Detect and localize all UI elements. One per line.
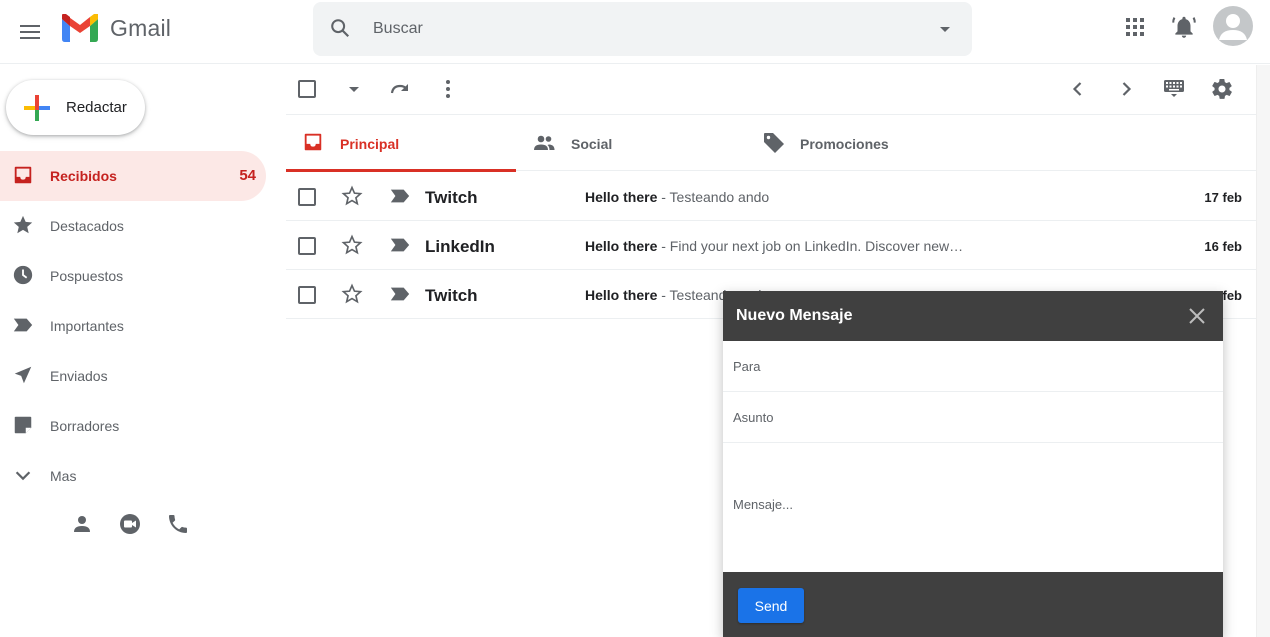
email-snippet: - Find your next job on LinkedIn. Discov… [657, 238, 964, 254]
phone-icon[interactable] [166, 512, 190, 536]
email-snippet: - Testeando ando [657, 189, 770, 205]
email-subject-line: Hello there - Find your next job on Link… [585, 238, 985, 254]
sidebar-item-label: Borradores [50, 418, 120, 434]
subject-input[interactable] [733, 408, 1213, 426]
star-outline-icon[interactable] [341, 234, 363, 256]
sidebar-item-recibidos[interactable]: Recibidos 54 [0, 151, 266, 201]
search-bar [313, 2, 972, 56]
compose-window-header: Nuevo Mensaje [723, 291, 1223, 341]
email-row[interactable]: LinkedIn Hello there - Find your next jo… [286, 221, 1256, 270]
account-avatar[interactable] [1213, 6, 1253, 46]
keyboard-icon[interactable] [1162, 77, 1186, 101]
chevron-left-icon[interactable] [1066, 77, 1090, 101]
page-scrollbar[interactable] [1256, 65, 1270, 637]
video-icon[interactable] [118, 512, 142, 536]
select-all-checkbox[interactable] [298, 80, 316, 98]
compose-window-title: Nuevo Mensaje [736, 307, 853, 324]
more-vert-icon[interactable] [436, 77, 460, 101]
send-icon [12, 364, 34, 386]
sidebar-item-mas[interactable]: Mas [0, 451, 266, 501]
gmail-logo[interactable]: Gmail [62, 14, 171, 42]
tab-principal[interactable]: Principal [286, 115, 516, 172]
star-outline-icon[interactable] [341, 185, 363, 207]
gmail-m-icon [62, 14, 98, 42]
notifications-bell-icon[interactable] [1171, 14, 1197, 40]
plus-icon [24, 95, 50, 121]
star-outline-icon[interactable] [341, 283, 363, 305]
email-subject: Hello there [585, 238, 658, 254]
important-marker-icon[interactable] [389, 185, 411, 207]
sidebar-item-label: Destacados [50, 218, 124, 234]
search-options-dropdown-icon[interactable] [933, 17, 957, 41]
person-icon[interactable] [70, 512, 94, 536]
draft-icon [12, 414, 34, 436]
tab-social[interactable]: Social [516, 115, 746, 171]
to-input[interactable] [733, 357, 1213, 375]
email-sender: Twitch [425, 188, 478, 207]
sidebar-item-borradores[interactable]: Borradores [0, 401, 266, 451]
row-checkbox[interactable] [298, 188, 316, 206]
compose-button[interactable]: Redactar [6, 80, 145, 135]
search-input[interactable] [373, 15, 913, 43]
search-icon[interactable] [329, 17, 351, 39]
tab-label: Principal [340, 136, 400, 152]
subject-field [723, 392, 1223, 443]
tab-promociones[interactable]: Promociones [746, 115, 976, 171]
label-important-icon [12, 314, 34, 336]
top-header: Gmail [0, 0, 1270, 64]
sidebar-item-enviados[interactable]: Enviados [0, 351, 266, 401]
compose-window-footer: Send [723, 572, 1223, 637]
google-apps-icon[interactable] [1124, 16, 1146, 38]
settings-gear-icon[interactable] [1210, 77, 1234, 101]
people-icon [532, 131, 556, 155]
sidebar-item-label: Pospuestos [50, 268, 124, 284]
category-tabs: Principal Social Promociones [286, 114, 1256, 172]
hamburger-menu-icon [20, 25, 40, 39]
send-button[interactable]: Send [738, 588, 804, 623]
message-body-area [723, 443, 1223, 572]
important-marker-icon[interactable] [389, 234, 411, 256]
email-subject: Hello there [585, 189, 658, 205]
close-icon[interactable] [1187, 306, 1207, 326]
email-row[interactable]: Twitch Hello there - Testeando ando 17 f… [286, 172, 1256, 221]
row-checkbox[interactable] [298, 237, 316, 255]
sidebar-item-pospuestos[interactable]: Pospuestos [0, 251, 266, 301]
row-checkbox[interactable] [298, 286, 316, 304]
inbox-icon [302, 131, 324, 153]
to-field [723, 341, 1223, 392]
main-menu-button[interactable] [14, 16, 46, 48]
select-options-dropdown-icon[interactable] [342, 77, 366, 101]
chevron-right-icon[interactable] [1114, 77, 1138, 101]
email-date: 16 feb [1204, 239, 1242, 254]
sidebar-item-label: Enviados [50, 368, 108, 384]
sidebar-item-label: Importantes [50, 318, 124, 334]
email-subject: Hello there [585, 287, 658, 303]
person-silhouette-icon [1213, 6, 1253, 46]
tab-label: Promociones [800, 136, 889, 152]
tab-label: Social [571, 136, 613, 152]
email-subject-line: Hello there - Testeando ando [585, 189, 985, 205]
important-marker-icon[interactable] [389, 283, 411, 305]
refresh-icon[interactable] [388, 77, 412, 101]
tag-icon [762, 131, 786, 155]
mail-toolbar [286, 65, 1256, 113]
chevron-down-icon [12, 464, 34, 486]
message-textarea[interactable] [733, 497, 1213, 567]
star-icon [12, 214, 34, 236]
clock-icon [12, 264, 34, 286]
compose-window: Nuevo Mensaje Send [723, 291, 1223, 637]
email-sender: Twitch [425, 286, 478, 305]
compose-label: Redactar [66, 99, 127, 116]
sidebar-item-label: Mas [50, 468, 77, 484]
sidebar-item-label: Recibidos [50, 168, 117, 184]
sidebar-item-destacados[interactable]: Destacados [0, 201, 266, 251]
sidebar-bottom-bar [70, 512, 190, 536]
email-sender: LinkedIn [425, 237, 495, 256]
email-date: 17 feb [1204, 190, 1242, 205]
inbox-icon [12, 164, 34, 186]
unread-count-badge: 54 [239, 167, 256, 184]
logo-text: Gmail [110, 14, 172, 41]
sidebar-item-importantes[interactable]: Importantes [0, 301, 266, 351]
